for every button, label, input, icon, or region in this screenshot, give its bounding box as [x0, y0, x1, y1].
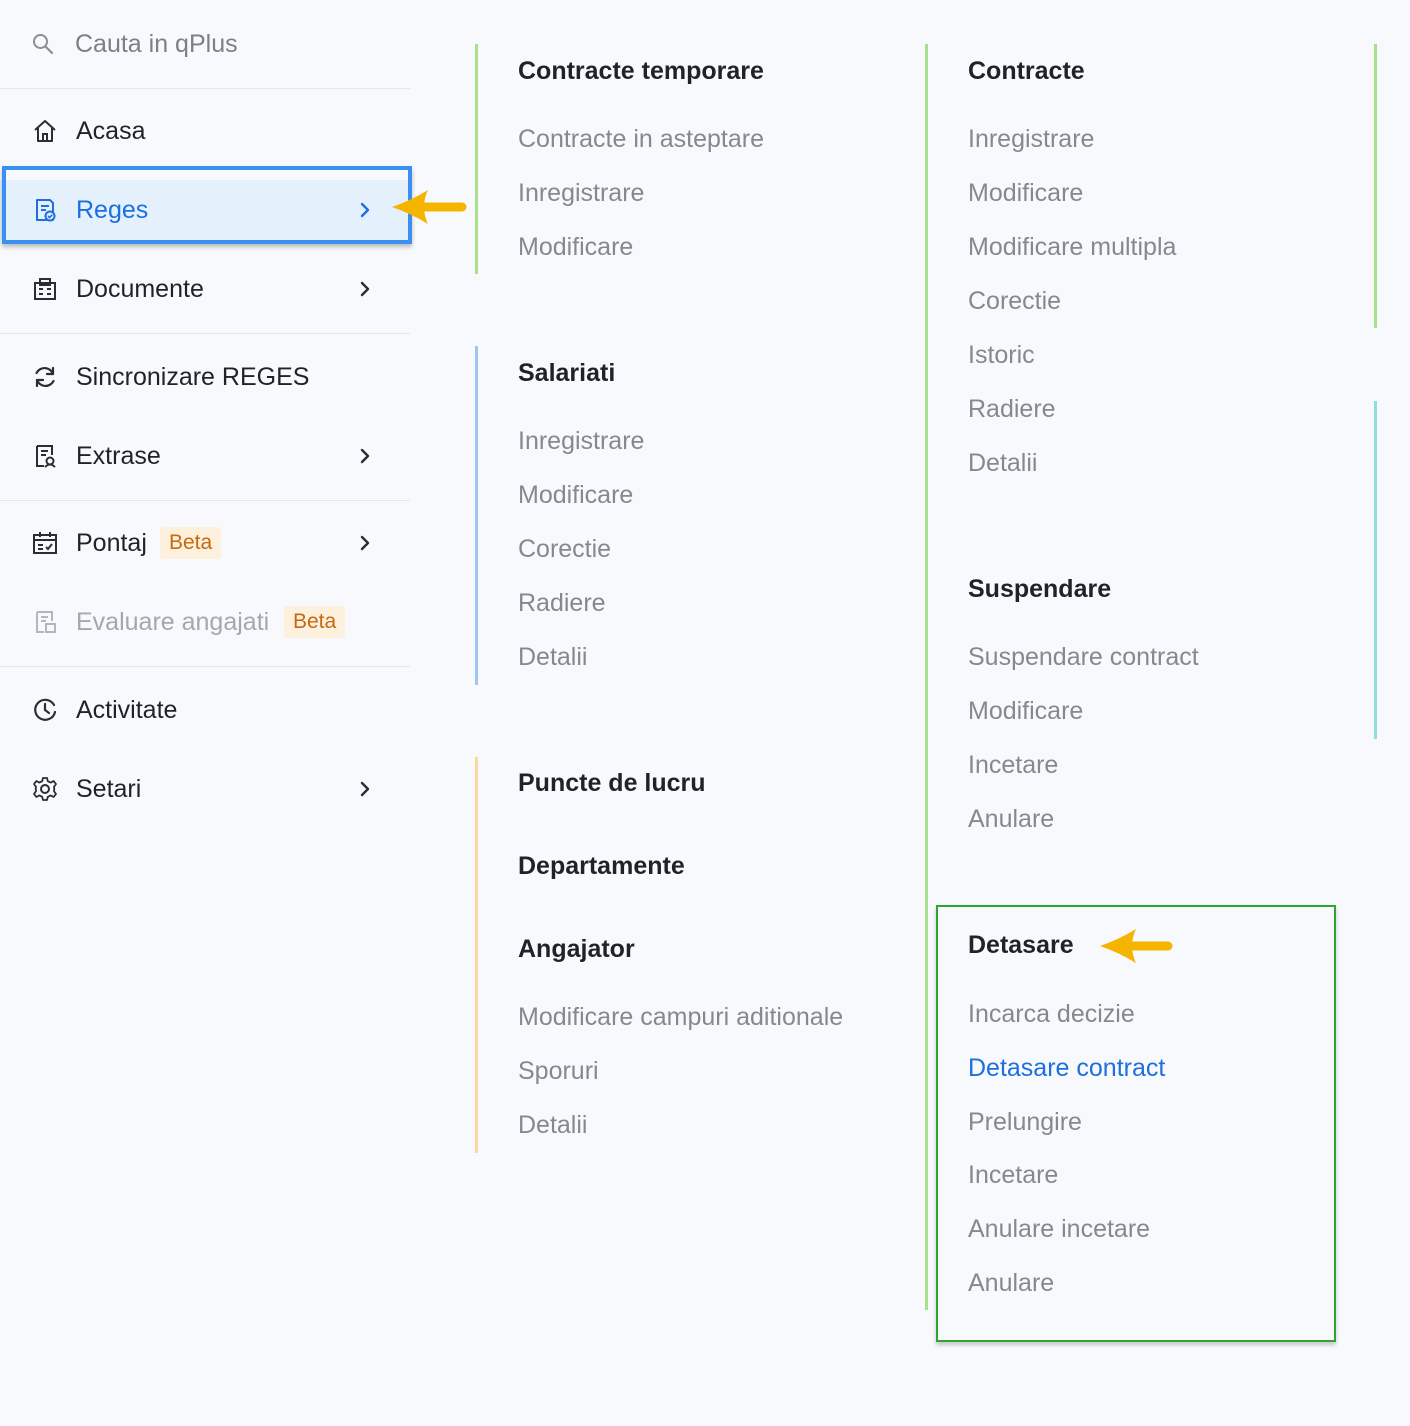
menu-item-radiere[interactable]: Radiere [968, 395, 1056, 424]
menu-item-detalii[interactable]: Detalii [968, 449, 1037, 478]
sidebar-divider [0, 88, 410, 89]
chevron-right-icon [354, 532, 376, 554]
menu-item-anulare[interactable]: Anulare [968, 805, 1054, 834]
sidebar-item-activitate[interactable]: Activitate [0, 680, 410, 740]
menu-item-suspendare-contract[interactable]: Suspendare contract [968, 643, 1199, 672]
sidebar-item-label: Activitate [76, 695, 178, 724]
sidebar-item-sincronizare-reges[interactable]: Sincronizare REGES [0, 347, 410, 407]
search-input[interactable]: Cauta in qPlus [75, 30, 238, 59]
menu-link-departamente[interactable]: Departamente [518, 852, 685, 881]
section-title-suspendare: Suspendare [968, 575, 1112, 603]
activity-clock-icon [31, 696, 59, 724]
menu-link-puncte-de-lucru[interactable]: Puncte de lucru [518, 769, 706, 798]
menu-item-prelungire[interactable]: Prelungire [968, 1108, 1082, 1137]
highlight-frame [2, 166, 412, 244]
section-title-detasare: Detasare [968, 931, 1074, 959]
chevron-right-icon [354, 445, 376, 467]
section-line-green [1374, 44, 1377, 328]
home-icon [31, 117, 59, 145]
documents-icon [31, 275, 59, 303]
menu-item-inregistrare[interactable]: Inregistrare [518, 427, 644, 456]
section-line-orange [475, 757, 478, 1153]
menu-item-anulare-incetare[interactable]: Anulare incetare [968, 1215, 1150, 1244]
menu-item-detasare-contract[interactable]: Detasare contract [968, 1054, 1165, 1083]
section-line-green [475, 44, 478, 274]
menu-item-detalii[interactable]: Detalii [518, 1111, 587, 1140]
section-line-green [925, 44, 928, 1310]
menu-item-inregistrare[interactable]: Inregistrare [968, 125, 1094, 154]
menu-item-anulare[interactable]: Anulare [968, 1269, 1054, 1298]
annotation-arrow-icon [392, 190, 467, 224]
section-line-teal [1374, 401, 1377, 739]
menu-item-corectie[interactable]: Corectie [968, 287, 1061, 316]
search-bar[interactable]: Cauta in qPlus [30, 22, 238, 66]
menu-item-modificare[interactable]: Modificare [518, 233, 633, 262]
menu-item-sporuri[interactable]: Sporuri [518, 1057, 599, 1086]
section-title-salariati: Salariati [518, 359, 616, 387]
sidebar-item-label: Acasa [76, 116, 146, 145]
sync-icon [31, 363, 59, 391]
section-title-contracte-temporare: Contracte temporare [518, 57, 764, 85]
beta-badge: Beta [160, 527, 222, 559]
menu-item-modificare[interactable]: Modificare [518, 481, 633, 510]
sidebar-item-documente[interactable]: Documente [0, 259, 410, 319]
sidebar-item-label: Sincronizare REGES [76, 362, 310, 391]
sidebar-item-label: Pontaj [76, 528, 147, 557]
menu-item-contracte-in-asteptare[interactable]: Contracte in asteptare [518, 125, 764, 154]
search-icon [30, 31, 56, 57]
section-title-contracte: Contracte [968, 57, 1085, 85]
menu-item-incetare[interactable]: Incetare [968, 1161, 1058, 1190]
settings-gear-icon [31, 775, 59, 803]
menu-item-inregistrare[interactable]: Inregistrare [518, 179, 644, 208]
section-line-blue [475, 346, 478, 685]
beta-badge: Beta [284, 606, 346, 638]
sidebar-item-pontaj[interactable]: Pontaj Beta [0, 513, 410, 573]
sidebar-divider [0, 666, 410, 667]
sidebar-item-setari[interactable]: Setari [0, 759, 410, 819]
sidebar-item-extrase[interactable]: Extrase [0, 426, 410, 486]
menu-item-incetare[interactable]: Incetare [968, 751, 1058, 780]
menu-item-modificare[interactable]: Modificare [968, 179, 1083, 208]
sidebar-item-label: Documente [76, 274, 204, 303]
menu-item-radiere[interactable]: Radiere [518, 589, 606, 618]
sidebar: Cauta in qPlus Acasa Reges Documente Sin… [0, 0, 412, 1426]
menu-item-istoric[interactable]: Istoric [968, 341, 1035, 370]
extract-icon [31, 442, 59, 470]
sidebar-item-evaluare-angajati: Evaluare angajati Beta [0, 592, 410, 652]
evaluation-icon [31, 608, 59, 636]
menu-item-detalii[interactable]: Detalii [518, 643, 587, 672]
menu-item-modificare[interactable]: Modificare [968, 697, 1083, 726]
menu-item-modificare-campuri-aditionale[interactable]: Modificare campuri aditionale [518, 1003, 843, 1032]
chevron-right-icon [354, 278, 376, 300]
annotation-arrow-icon [1100, 929, 1173, 963]
chevron-right-icon [354, 778, 376, 800]
sidebar-item-label: Extrase [76, 441, 161, 470]
sidebar-item-label: Evaluare angajati [76, 607, 270, 636]
menu-item-incarca-decizie[interactable]: Incarca decizie [968, 1000, 1135, 1029]
sidebar-item-acasa[interactable]: Acasa [0, 101, 410, 161]
sidebar-divider [0, 333, 410, 334]
section-title-angajator: Angajator [518, 935, 635, 963]
sidebar-divider [0, 500, 410, 501]
menu-item-modificare-multipla[interactable]: Modificare multipla [968, 233, 1176, 262]
sidebar-item-label: Setari [76, 774, 142, 803]
calendar-icon [31, 529, 59, 557]
menu-item-corectie[interactable]: Corectie [518, 535, 611, 564]
